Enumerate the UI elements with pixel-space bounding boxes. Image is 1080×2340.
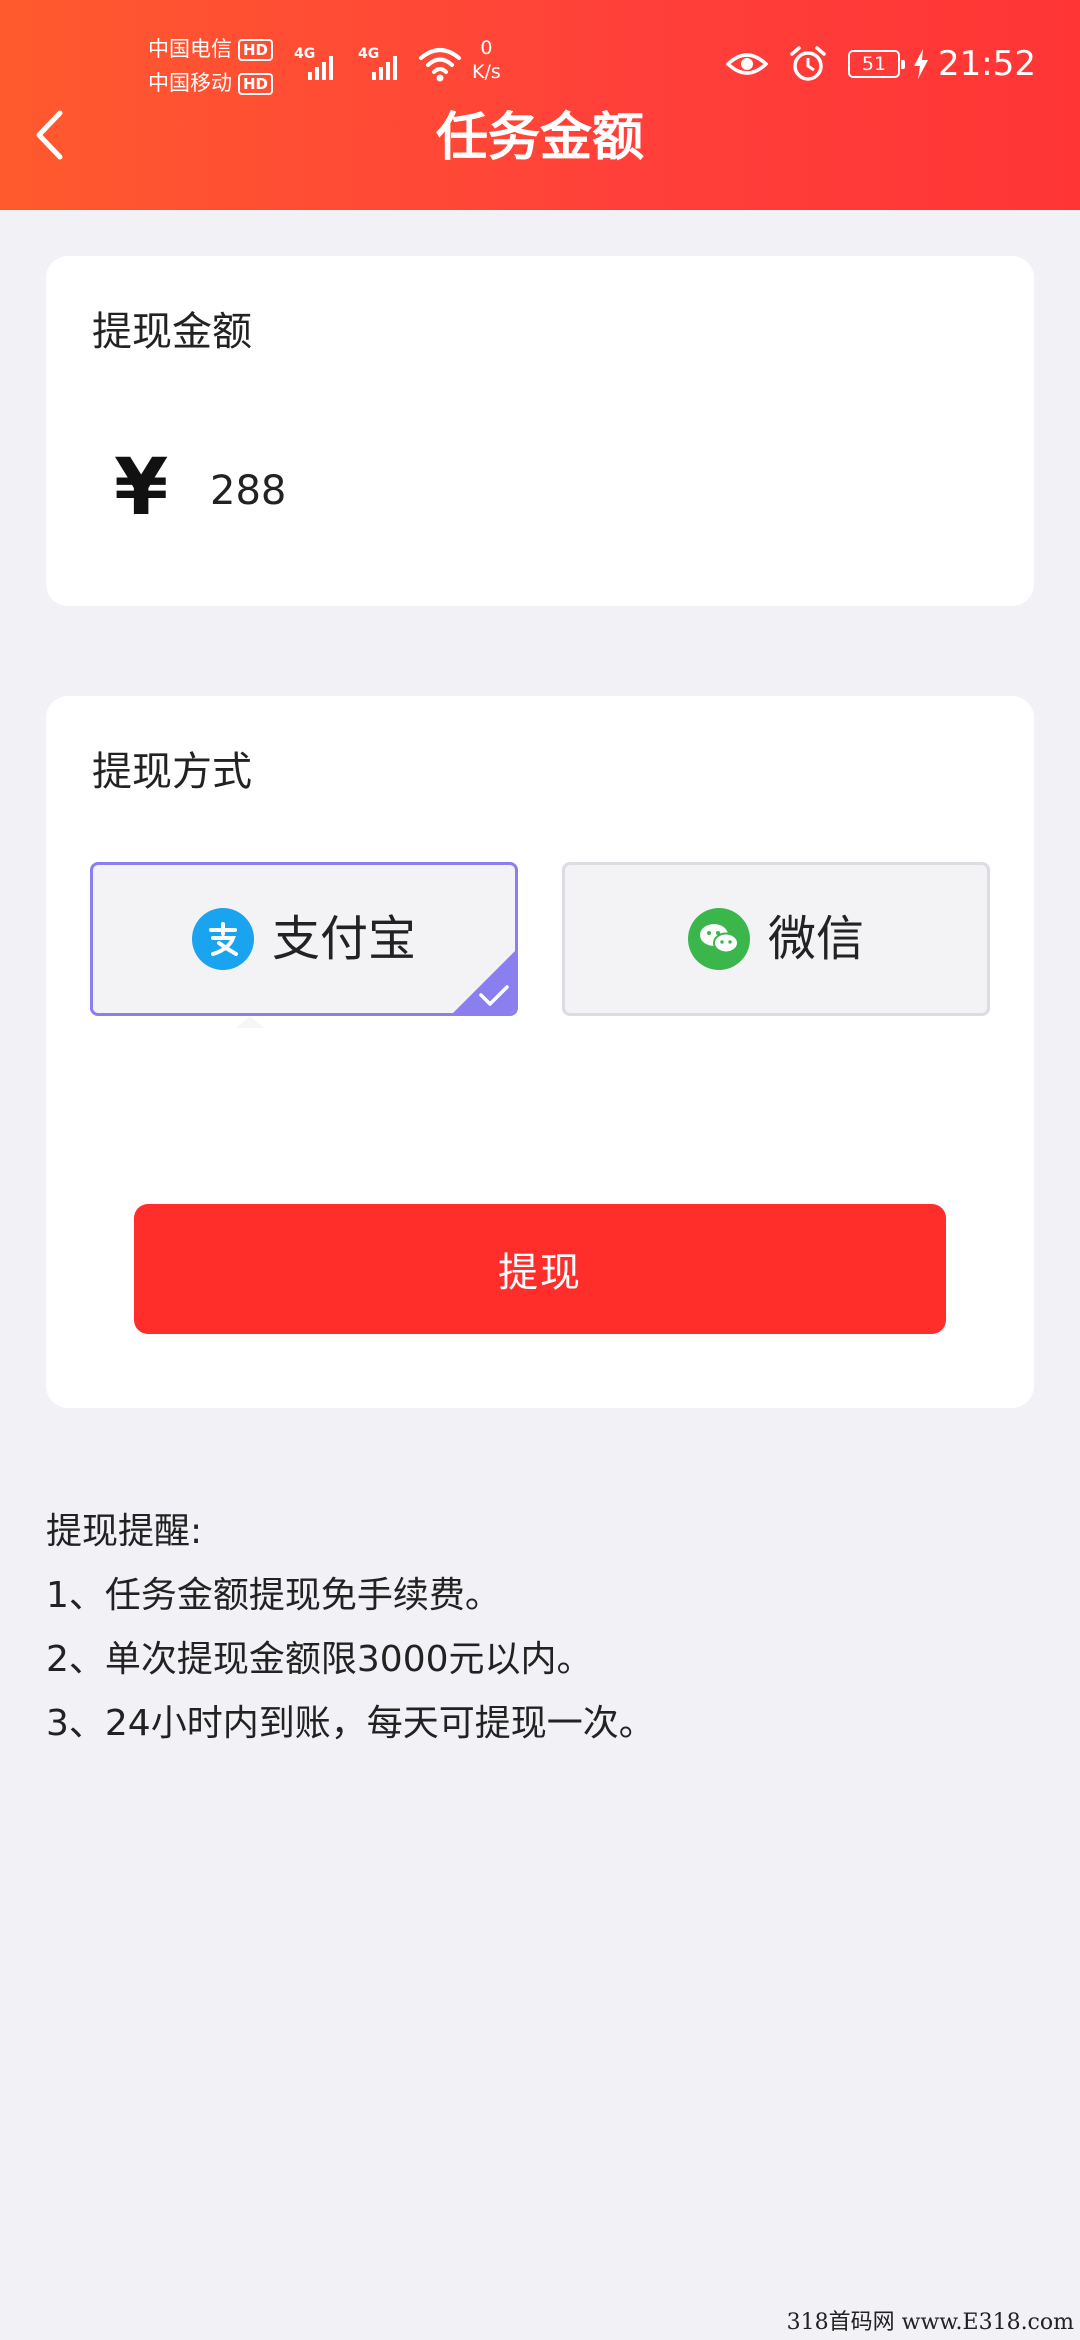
carrier-1: 中国电信 [148, 37, 232, 61]
alarm-icon [790, 46, 826, 81]
notes-title: 提现提醒: [46, 1511, 203, 1552]
net-speed-unit: K/s [472, 61, 501, 83]
wechat-label: 微信 [767, 911, 864, 967]
top-header: 中国电信 HD 中国移动 HD 4G 4G 0 K/s 51 21:52 任务金… [0, 0, 1080, 210]
amount-card: 提现金额 ¥ 288 [46, 256, 1034, 606]
signal-icon: 4G [358, 44, 402, 84]
currency-symbol: ¥ [114, 443, 169, 533]
wechat-icon [687, 908, 750, 970]
carrier-info: 中国电信 HD 中国移动 HD [148, 32, 274, 100]
wechat-option[interactable]: 微信 [562, 862, 990, 1016]
charging-icon [914, 49, 929, 79]
alipay-option[interactable]: 支付宝 [90, 862, 518, 1016]
withdraw-notes: 提现提醒: 1、任务金额提现免手续费。 2、单次提现金额限3000元以内。 3、… [46, 1500, 1006, 1756]
signal-icon: 4G [294, 44, 338, 84]
carrier-2: 中国移动 [148, 71, 232, 95]
page-title: 任务金额 [435, 108, 644, 168]
alipay-label: 支付宝 [271, 911, 416, 967]
amount-card-title: 提现金额 [92, 309, 252, 355]
amount-value[interactable]: 288 [210, 466, 286, 516]
note-item: 3、24小时内到账，每天可提现一次。 [46, 1703, 655, 1744]
eye-icon [726, 53, 769, 75]
hd-badge: HD [238, 73, 274, 95]
selection-pointer [236, 1016, 264, 1028]
withdraw-method-card: 提现方式 支付宝 微信 提现 [46, 696, 1034, 1408]
note-item: 1、任务金额提现免手续费。 [46, 1575, 501, 1616]
wifi-icon [419, 48, 461, 82]
alipay-icon [191, 908, 254, 970]
method-card-title: 提现方式 [92, 749, 252, 795]
net-speed-value: 0 [480, 37, 493, 59]
note-item: 2、单次提现金额限3000元以内。 [46, 1639, 593, 1680]
battery-indicator: 51 [848, 50, 906, 78]
hd-badge: HD [238, 39, 274, 61]
selected-check-icon [453, 951, 515, 1013]
clock-time: 21:52 [938, 44, 1036, 84]
site-watermark: 318首码网 www.E318.com [786, 2310, 1074, 2335]
status-right: 51 21:52 [726, 44, 1036, 84]
net-speed: 0 K/s [472, 36, 501, 84]
withdraw-button[interactable]: 提现 [134, 1204, 946, 1334]
